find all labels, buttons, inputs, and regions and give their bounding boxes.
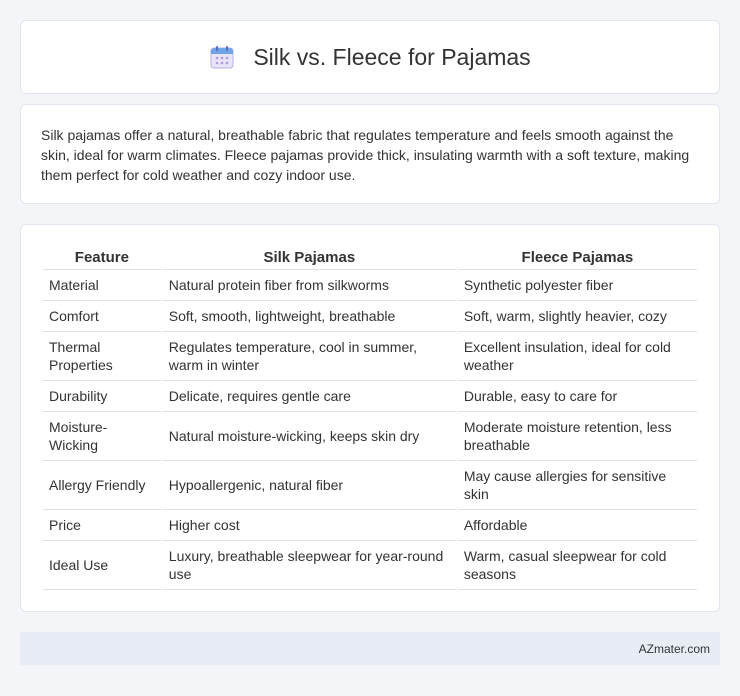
- silk-cell: Hypoallergenic, natural fiber: [162, 461, 456, 510]
- column-header-fleece: Fleece Pajamas: [457, 245, 697, 270]
- feature-cell: Material: [43, 270, 161, 301]
- column-header-feature: Feature: [43, 245, 161, 270]
- intro-card: Silk pajamas offer a natural, breathable…: [20, 104, 720, 204]
- comparison-table: Feature Silk Pajamas Fleece Pajamas Mate…: [41, 245, 699, 590]
- fleece-cell: Affordable: [457, 510, 697, 541]
- calendar-icon: [209, 44, 235, 70]
- fleece-cell: Durable, easy to care for: [457, 381, 697, 412]
- table-row: Thermal Properties Regulates temperature…: [43, 332, 697, 381]
- feature-cell: Durability: [43, 381, 161, 412]
- table-row: Durability Delicate, requires gentle car…: [43, 381, 697, 412]
- silk-cell: Natural moisture-wicking, keeps skin dry: [162, 412, 456, 461]
- feature-cell: Price: [43, 510, 161, 541]
- title-wrap: Silk vs. Fleece for Pajamas: [209, 43, 531, 71]
- silk-cell: Higher cost: [162, 510, 456, 541]
- feature-cell: Moisture-Wicking: [43, 412, 161, 461]
- table-row: Allergy Friendly Hypoallergenic, natural…: [43, 461, 697, 510]
- table-card: Feature Silk Pajamas Fleece Pajamas Mate…: [20, 224, 720, 612]
- table-row: Comfort Soft, smooth, lightweight, breat…: [43, 301, 697, 332]
- table-row: Material Natural protein fiber from silk…: [43, 270, 697, 301]
- silk-cell: Regulates temperature, cool in summer, w…: [162, 332, 456, 381]
- feature-cell: Thermal Properties: [43, 332, 161, 381]
- fleece-cell: Warm, casual sleepwear for cold seasons: [457, 541, 697, 590]
- footer-brand: AZmater.com: [638, 641, 710, 656]
- fleece-cell: Moderate moisture retention, less breath…: [457, 412, 697, 461]
- page-title: Silk vs. Fleece for Pajamas: [253, 43, 531, 70]
- table-header-row: Feature Silk Pajamas Fleece Pajamas: [43, 245, 697, 270]
- silk-cell: Luxury, breathable sleepwear for year-ro…: [162, 541, 456, 590]
- table-row: Price Higher cost Affordable: [43, 510, 697, 541]
- fleece-cell: May cause allergies for sensitive skin: [457, 461, 697, 510]
- fleece-cell: Soft, warm, slightly heavier, cozy: [457, 301, 697, 332]
- feature-cell: Ideal Use: [43, 541, 161, 590]
- footer-bar: AZmater.com: [20, 632, 720, 665]
- fleece-cell: Excellent insulation, ideal for cold wea…: [457, 332, 697, 381]
- column-header-silk: Silk Pajamas: [162, 245, 456, 270]
- feature-cell: Comfort: [43, 301, 161, 332]
- table-row: Ideal Use Luxury, breathable sleepwear f…: [43, 541, 697, 590]
- header-card: Silk vs. Fleece for Pajamas: [20, 20, 720, 94]
- silk-cell: Natural protein fiber from silkworms: [162, 270, 456, 301]
- feature-cell: Allergy Friendly: [43, 461, 161, 510]
- intro-text: Silk pajamas offer a natural, breathable…: [41, 127, 690, 183]
- table-row: Moisture-Wicking Natural moisture-wickin…: [43, 412, 697, 461]
- silk-cell: Soft, smooth, lightweight, breathable: [162, 301, 456, 332]
- fleece-cell: Synthetic polyester fiber: [457, 270, 697, 301]
- silk-cell: Delicate, requires gentle care: [162, 381, 456, 412]
